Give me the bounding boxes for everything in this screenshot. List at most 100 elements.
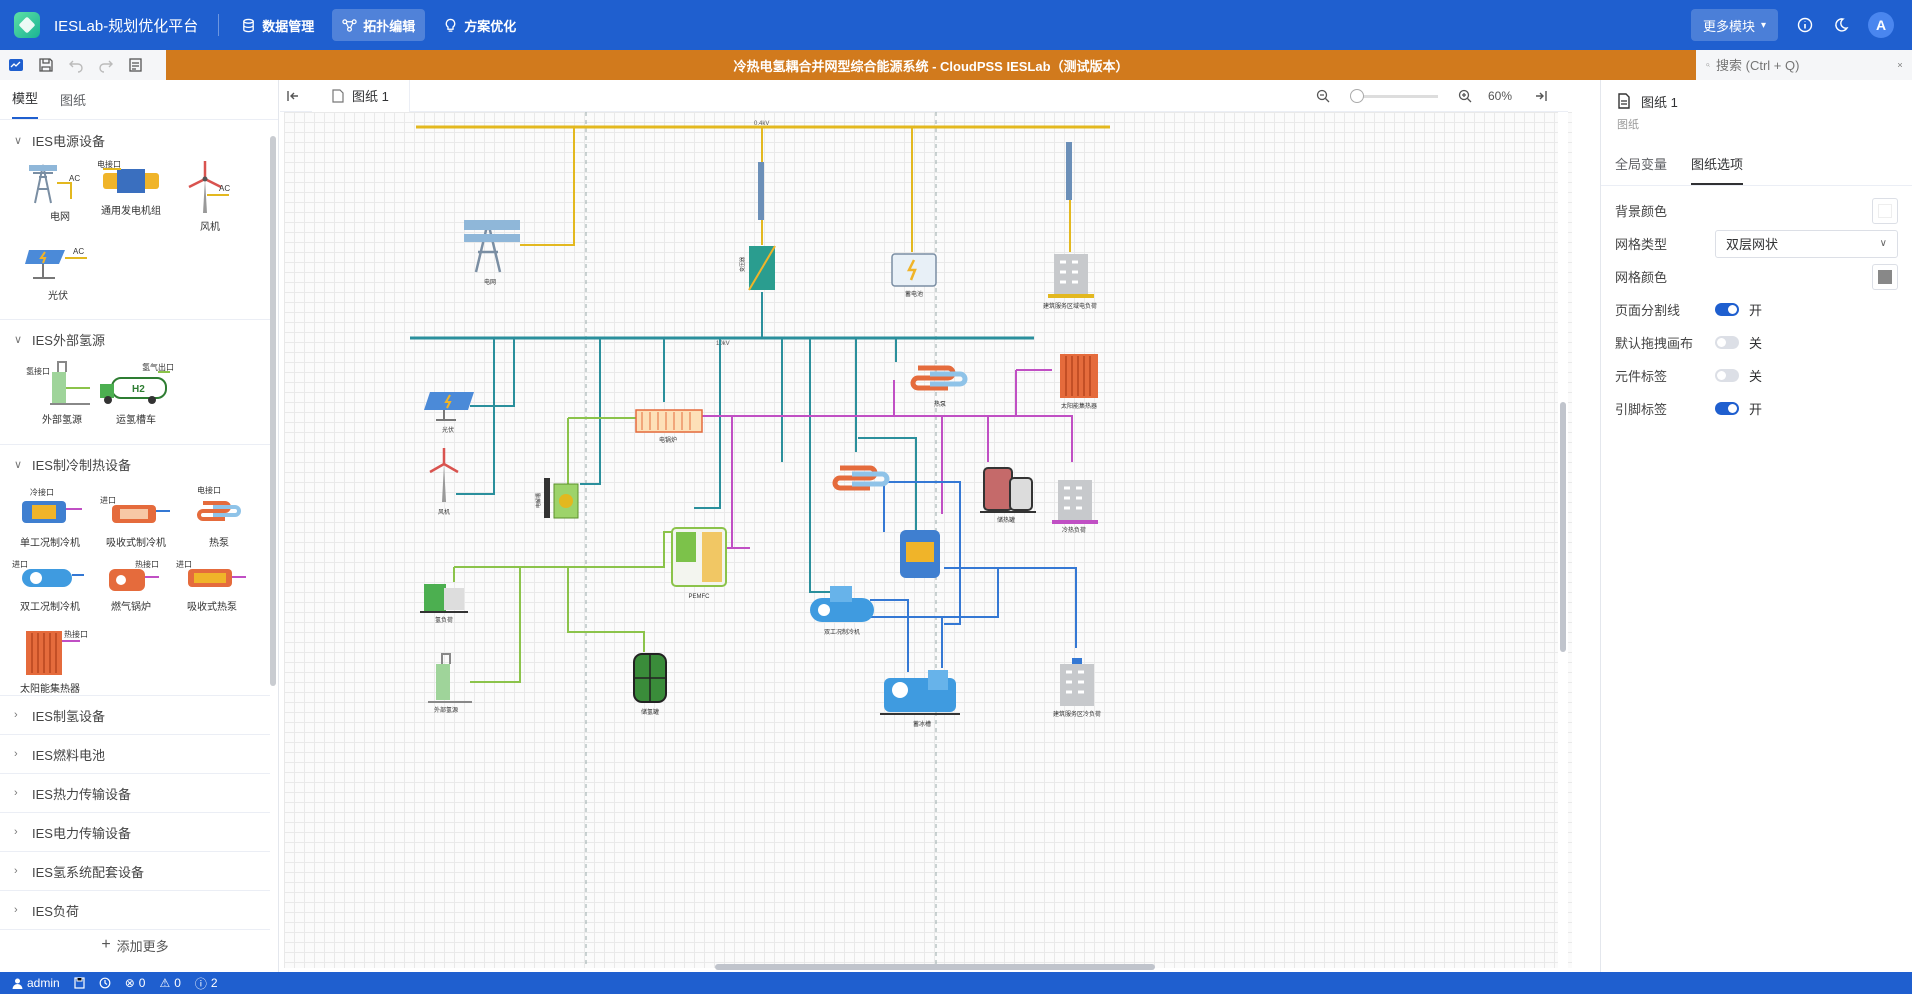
absorption-heat-pump-icon: 进口	[176, 560, 246, 587]
nav-topology-edit[interactable]: 拓扑编辑	[332, 9, 426, 41]
group-header[interactable]: › IES负荷	[0, 891, 270, 929]
device-pv[interactable]: 光伏	[424, 392, 474, 434]
zoom-slider[interactable]	[1349, 88, 1438, 103]
device-building-cold-load[interactable]: 建筑服务区冷负荷	[1053, 658, 1101, 718]
component-absorption-heat-pump[interactable]: 进口 吸收式热泵	[172, 559, 252, 613]
component-absorption-chiller[interactable]: 进口 吸收式制冷机	[96, 495, 176, 549]
error-count[interactable]: ⊗ 0	[125, 976, 146, 990]
nav-data-management[interactable]: 数据管理	[231, 9, 324, 41]
pin-labels-switch[interactable]	[1715, 402, 1739, 415]
heat-pump-icon: 电接口	[197, 485, 241, 521]
avatar[interactable]: A	[1868, 12, 1894, 38]
app-menu-icon[interactable]	[8, 57, 24, 73]
group-header[interactable]: › IES燃料电池	[0, 735, 270, 773]
device-transformer[interactable]: 变压器	[739, 245, 776, 291]
user-status[interactable]: admin	[12, 976, 60, 990]
undo-icon[interactable]	[68, 57, 84, 73]
page-divider-switch[interactable]	[1715, 303, 1739, 316]
component-labels-switch[interactable]	[1715, 369, 1739, 382]
zoom-out-icon[interactable]	[1316, 89, 1330, 103]
topology-canvas[interactable]: 0.4kV 10kV 电网 变压器 蓄电池 建筑服务区域电负荷 光伏 电锅炉 热…	[284, 112, 1572, 968]
generator-icon: 电接口	[97, 159, 159, 193]
component-dual-chiller[interactable]: 进口 双工况制冷机	[10, 559, 90, 613]
device-heat-pump-mid[interactable]	[832, 465, 890, 491]
device-electrolyzer[interactable]: 电解槽	[535, 478, 579, 519]
group-header[interactable]: ∨ IES外部氢源	[0, 320, 270, 358]
device-electric-boiler[interactable]: 电锅炉	[635, 409, 703, 444]
chevron-down-icon: ∨	[1879, 238, 1887, 249]
search-input[interactable]	[1716, 57, 1892, 73]
device-heat-pump-top[interactable]: 热泵	[910, 365, 968, 408]
canvas-vertical-scrollbar[interactable]	[1558, 112, 1568, 972]
svg-text:建筑服务区域电负荷: 建筑服务区域电负荷	[1043, 302, 1097, 310]
zoom-in-icon[interactable]	[1458, 89, 1472, 103]
device-single-chiller[interactable]	[900, 530, 940, 578]
solar-panel-icon: AC	[25, 247, 87, 279]
collapse-right-icon[interactable]	[1534, 89, 1548, 103]
device-external-hydrogen[interactable]: 外部氢源	[428, 653, 472, 714]
tab-drawings[interactable]: 图纸	[60, 90, 86, 119]
device-ice-storage[interactable]: 蓄冰槽	[880, 670, 960, 728]
search-box[interactable]	[1696, 50, 1912, 80]
save-icon[interactable]	[38, 57, 54, 73]
edit-icon[interactable]	[128, 57, 144, 73]
prop-background-color: 背景颜色	[1601, 194, 1912, 227]
top-nav: IESLab-规划优化平台 数据管理 拓扑编辑 方案优化 更多模块 ▾ A	[0, 0, 1912, 50]
device-building-electric-load[interactable]: 建筑服务区域电负荷	[1043, 254, 1097, 310]
device-hydrogen-storage-tank[interactable]: 储氢罐	[633, 653, 667, 716]
grid-type-select[interactable]: 双层网状 ∨	[1715, 229, 1898, 258]
solar-collector-icon: 热接口	[26, 629, 88, 675]
device-solar-collector[interactable]: 太阳能集热器	[1060, 354, 1098, 410]
redo-icon[interactable]	[98, 57, 114, 73]
grid-color-picker[interactable]	[1872, 263, 1898, 290]
device-grid[interactable]: 电网	[464, 220, 520, 286]
group-header[interactable]: › IES制氢设备	[0, 696, 270, 734]
component-heat-pump[interactable]: 电接口 热泵	[184, 483, 254, 549]
left-scrollbar[interactable]	[270, 136, 276, 686]
default-drag-canvas-switch[interactable]	[1715, 336, 1739, 349]
component-grid[interactable]: AC 电网	[22, 159, 98, 223]
background-color-picker[interactable]	[1872, 197, 1898, 224]
component-pv[interactable]: AC 光伏	[20, 244, 96, 302]
history-icon[interactable]	[99, 977, 111, 989]
group-header[interactable]: › IES电力传输设备	[0, 813, 270, 851]
document-icon	[332, 88, 344, 103]
chevron-right-icon: ›	[14, 865, 18, 877]
device-hydrogen-load[interactable]: 氢负荷	[420, 584, 468, 624]
group-header[interactable]: ∨ IES电源设备	[0, 121, 270, 159]
device-dual-chiller[interactable]: 双工况制冷机	[810, 586, 874, 636]
fullscreen-icon[interactable]	[1898, 58, 1902, 72]
nav-plan-optimize[interactable]: 方案优化	[433, 9, 526, 41]
zoom-slider-handle[interactable]	[1349, 88, 1364, 103]
group-header[interactable]: › IES热力传输设备	[0, 774, 270, 812]
warning-count[interactable]: ⚠ 0	[159, 976, 180, 990]
svg-text:双工况制冷机: 双工况制冷机	[824, 628, 860, 636]
tab-models[interactable]: 模型	[12, 88, 39, 119]
device-battery[interactable]: 蓄电池	[891, 253, 937, 298]
component-wind-turbine[interactable]: AC 风机	[180, 159, 240, 233]
group-header[interactable]: › IES氢系统配套设备	[0, 852, 270, 890]
group-header[interactable]: ∨ IES制冷制热设备	[0, 445, 270, 483]
add-more-button[interactable]: + 添加更多	[0, 930, 270, 956]
moon-icon[interactable]	[1832, 16, 1850, 34]
device-wind-turbine[interactable]: 风机	[429, 448, 459, 516]
device-heat-storage-tank[interactable]: 储热罐	[980, 467, 1036, 524]
bulb-icon	[445, 18, 456, 32]
device-pemfc[interactable]: PEMFC	[671, 527, 727, 600]
canvas-tab[interactable]: 图纸 1	[312, 79, 410, 112]
component-generator[interactable]: 电接口 通用发电机组	[96, 159, 166, 217]
component-h2-truck[interactable]: H2 氢气出口 运氢槽车	[96, 358, 176, 426]
tab-global-variables[interactable]: 全局变量	[1615, 154, 1667, 185]
component-single-chiller[interactable]: 冷接口 单工况制冷机	[10, 483, 90, 549]
save-status-icon[interactable]	[74, 977, 85, 989]
tab-drawing-options[interactable]: 图纸选项	[1691, 154, 1744, 185]
info-icon[interactable]	[1796, 16, 1814, 34]
info-count[interactable]: ⓘ 2	[195, 975, 218, 992]
more-modules-button[interactable]: 更多模块 ▾	[1690, 9, 1778, 41]
collapse-left-icon[interactable]	[286, 89, 300, 103]
component-gas-boiler[interactable]: 热接口 燃气锅炉	[96, 559, 166, 613]
topology-icon	[342, 18, 357, 32]
component-solar-collector[interactable]: 热接口 太阳能集热器	[8, 627, 92, 695]
canvas-horizontal-scrollbar[interactable]	[715, 964, 1155, 970]
device-cold-heat-load[interactable]: 冷热负荷	[1052, 480, 1098, 534]
